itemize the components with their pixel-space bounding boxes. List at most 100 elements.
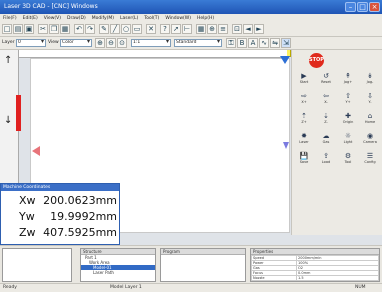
zw-row: Zw 407.5925mm — [5, 226, 117, 240]
start-label: Start — [299, 80, 309, 84]
camera-icon: ◉ — [366, 132, 374, 140]
help-icon[interactable]: ? — [160, 24, 170, 34]
circle-icon[interactable]: ○ — [121, 24, 131, 34]
start-button[interactable]: ▶ Start — [296, 72, 312, 84]
zoom-window-icon[interactable]: ⊡ — [232, 24, 242, 34]
text-icon[interactable]: A — [248, 38, 258, 48]
mode-select[interactable]: Standard — [174, 39, 222, 47]
origin-button[interactable]: ✚ Origin — [340, 112, 356, 124]
xw-label: Xw — [19, 194, 36, 207]
load-button[interactable]: ⇪ Load — [318, 152, 334, 164]
paste-icon[interactable]: ▦ — [60, 24, 70, 34]
zoom-all-icon[interactable]: ⊙ — [117, 38, 127, 48]
menu-laser[interactable]: Laser(L) — [117, 14, 141, 23]
maximize-button[interactable]: □ — [357, 2, 368, 12]
reset-button[interactable]: ↺ Reset — [318, 72, 334, 84]
close-button[interactable]: × — [369, 2, 380, 12]
layer-select[interactable]: 0 — [16, 39, 46, 47]
jog-plus-button[interactable]: ↟ Jog+ — [340, 72, 356, 84]
home-label: Home — [364, 120, 376, 124]
menu-edit[interactable]: Edit(E) — [20, 14, 41, 23]
menu-file[interactable]: File(F) — [0, 14, 20, 23]
line-icon[interactable]: ╱ — [110, 24, 120, 34]
menu-modify[interactable]: Modify(M) — [89, 14, 117, 23]
program-panel[interactable]: Program — [160, 248, 246, 282]
bottom-dock: Structure Part 1 Work Area Model-01 Lase… — [0, 245, 382, 284]
zw-value: 407.5925mm — [43, 226, 117, 239]
lock-icon[interactable]: ⚿ — [226, 38, 236, 48]
copy-icon[interactable]: ❐ — [49, 24, 59, 34]
zoom-in-icon[interactable]: ⊕ — [95, 38, 105, 48]
pencil-icon[interactable]: ✎ — [99, 24, 109, 34]
x-plus-icon: ⇨ — [301, 92, 307, 100]
select-icon[interactable]: ⇲ — [281, 38, 291, 48]
laser-label: Laser — [299, 140, 309, 144]
light-label: Light — [343, 140, 353, 144]
tool-button[interactable]: ⚙ Tool — [340, 152, 356, 164]
undo-icon[interactable]: ↶ — [74, 24, 84, 34]
back-icon[interactable]: ◄ — [243, 24, 253, 34]
gas-button[interactable]: ☁ Gas — [318, 132, 334, 144]
tool-icon: ⚙ — [344, 152, 352, 160]
laser-button[interactable]: ✸ Laser — [296, 132, 312, 144]
down-arrow-icon[interactable]: ↓ — [4, 115, 12, 126]
home-button[interactable]: ⌂ Home — [362, 112, 378, 124]
properties-panel[interactable]: Properties Speed 2000mm/min Power 100% Gas… — [250, 248, 380, 282]
open-folder-icon[interactable]: ▤ — [13, 24, 23, 34]
rectangle-icon[interactable]: ▭ — [132, 24, 142, 34]
menu-view[interactable]: View(V) — [41, 14, 64, 23]
camera-button[interactable]: ◉ Camera — [362, 132, 378, 144]
save-button[interactable]: 💾 Save — [296, 152, 312, 164]
menu-window[interactable]: Window(W) — [162, 14, 194, 23]
cut-icon[interactable]: ✂ — [38, 24, 48, 34]
color-select[interactable]: Color — [60, 39, 92, 47]
origin-label: Origin — [342, 120, 354, 124]
x-plus-button[interactable]: ⇨ X+ — [296, 92, 312, 104]
measure-icon[interactable]: ⊢ — [182, 24, 192, 34]
save-label: Save — [299, 160, 309, 164]
tree-item[interactable]: Laser Path — [81, 270, 155, 275]
camera-label: Camera — [363, 140, 377, 144]
y-plus-button[interactable]: ⇧ Y+ — [340, 92, 356, 104]
minimize-button[interactable]: – — [345, 2, 356, 12]
mirror-icon[interactable]: ⇋ — [270, 38, 280, 48]
new-file-icon[interactable]: □ — [2, 24, 12, 34]
coordinate-window: Machine Coordinates Xw 200.0623mm Yw 19.… — [0, 183, 120, 245]
x-minus-label: X- — [324, 100, 328, 104]
vertical-scroll-indicator[interactable] — [16, 95, 21, 131]
layer-label: Layer — [2, 40, 15, 45]
delete-icon[interactable]: ✕ — [146, 24, 156, 34]
xw-value: 200.0623mm — [43, 194, 117, 207]
log-panel[interactable] — [2, 248, 72, 282]
menu-tool[interactable]: Tool(T) — [141, 14, 162, 23]
z-minus-button[interactable]: ⇣ Z- — [318, 112, 334, 124]
y-minus-label: Y- — [368, 100, 372, 104]
stop-button[interactable]: STOP — [309, 53, 324, 68]
redo-icon[interactable]: ↷ — [85, 24, 95, 34]
menu-draw[interactable]: Draw(D) — [64, 14, 89, 23]
up-arrow-icon[interactable]: ↑ — [4, 55, 12, 66]
bold-icon[interactable]: B — [237, 38, 247, 48]
y-minus-button[interactable]: ⇩ Y- — [362, 92, 378, 104]
grid-icon[interactable]: ▦ — [196, 24, 206, 34]
forward-icon[interactable]: ► — [254, 24, 264, 34]
home-icon: ⌂ — [367, 112, 373, 120]
curve-icon[interactable]: ∿ — [259, 38, 269, 48]
z-minus-label: Z- — [324, 120, 328, 124]
z-plus-icon: ⇡ — [301, 112, 307, 120]
config-label: Config — [364, 160, 376, 164]
z-plus-button[interactable]: ⇡ Z+ — [296, 112, 312, 124]
zoom-out-icon[interactable]: ⊖ — [106, 38, 116, 48]
prop-value[interactable]: 1.5 — [296, 275, 379, 281]
scale-select[interactable]: 1:1 — [131, 39, 171, 47]
structure-panel[interactable]: Structure Part 1 Work Area Model-01 Lase… — [80, 248, 156, 282]
x-minus-button[interactable]: ⇦ X- — [318, 92, 334, 104]
menu-help[interactable]: Help(H) — [194, 14, 217, 23]
light-button[interactable]: ☼ Light — [340, 132, 356, 144]
snap-icon[interactable]: ⊕ — [207, 24, 217, 34]
layer-icon[interactable]: ≡ — [218, 24, 228, 34]
config-button[interactable]: ☰ Config — [362, 152, 378, 164]
save-icon[interactable]: ▣ — [24, 24, 34, 34]
pointer-icon[interactable]: ➚ — [171, 24, 181, 34]
jog-minus-button[interactable]: ↡ Jog- — [362, 72, 378, 84]
